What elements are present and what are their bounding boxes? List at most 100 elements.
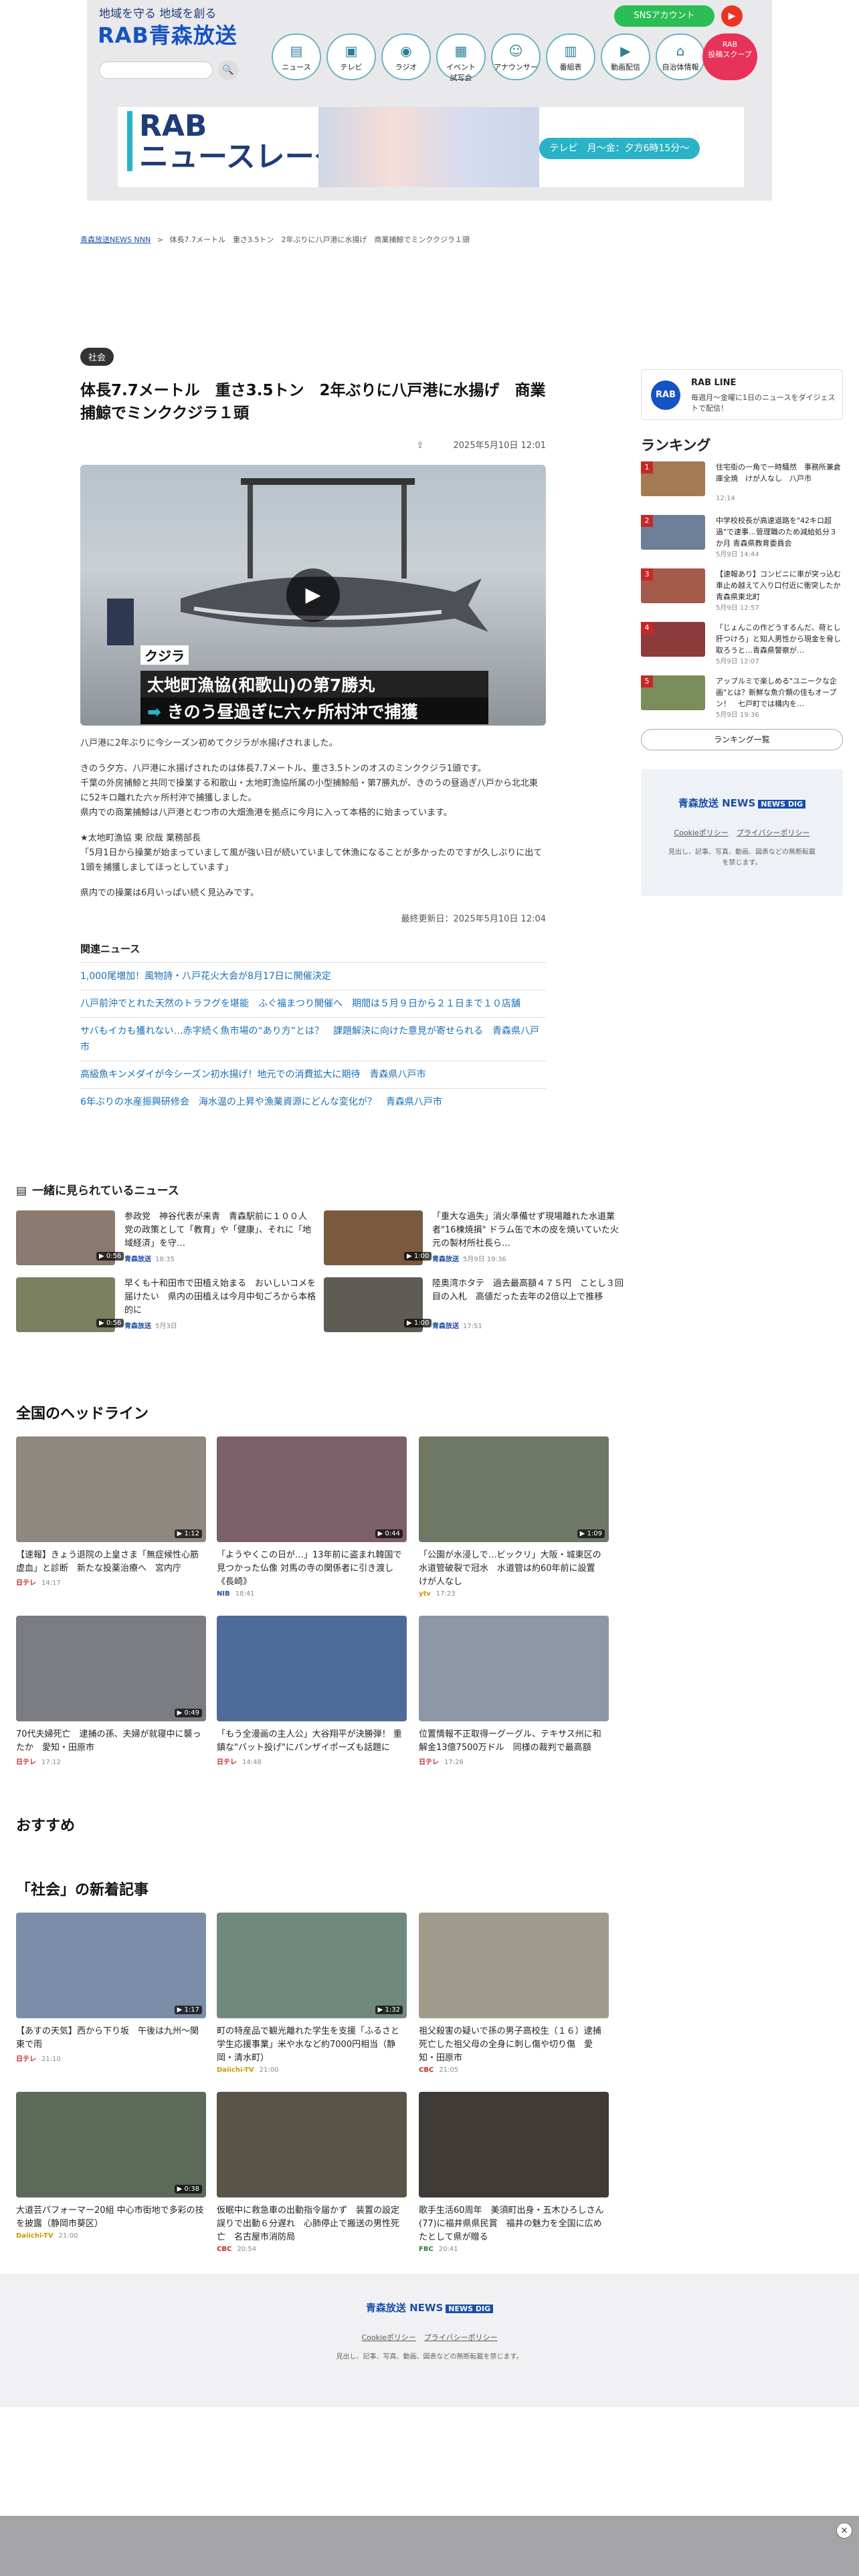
together-item-title: 陸奥湾ホタテ 過去最高額４７５円 ことし３回目の入札 高値だった去年の2倍以上で…: [432, 1279, 624, 1302]
video-duration: ▶ 0:44: [375, 1529, 403, 1538]
together-item-title: 参政党 神谷代表が来青 青森駅前に１００人 党の政策として「教育」や「健康」、そ…: [124, 1212, 316, 1249]
nav-label: 動画配信: [611, 63, 640, 72]
rab-line-logo: RAB: [651, 381, 680, 410]
nav-item-7[interactable]: ⌂ 自治体情報: [656, 33, 705, 80]
shakai-new-title: 「社会」の新着記事: [16, 1882, 149, 1899]
news-card[interactable]: 仮眠中に救急車の出動指令届かず 装置の設定誤りで出動６分遅れ 心肺停止で搬送の男…: [217, 2092, 407, 2253]
related-news-link[interactable]: 6年ぶりの水産振興研修会 海水温の上昇や漁業資源にどんな変化が？ 青森県八戸市: [80, 1088, 546, 1115]
ranking-item[interactable]: 4 「じょんこの作どうするんだ、荷とし肝つけろ」と知人男性から現金を脅し取ろうと……: [641, 622, 843, 669]
breadcrumb-home[interactable]: 青森放送NEWS NNN: [80, 235, 151, 244]
breadcrumb-sep: >: [157, 235, 163, 244]
related-news-link[interactable]: 高級魚キンメダイが今シーズン初水揚げ！地元での消費拡大に期待 青森県八戸市: [80, 1061, 546, 1088]
rab-line-card[interactable]: RAB RAB LINE 毎週月〜金曜に1日のニュースをダイジェストで配信！: [641, 369, 843, 420]
together-title: ▤ 一緒に見られているニュース: [16, 1184, 179, 1198]
news-card[interactable]: 位置情報不正取得ーグーグル、テキサス州に和解金13億7500万ドル 同様の裁判で…: [419, 1616, 609, 1766]
related-news-link[interactable]: 1,000尾増加！風物詩・八戸花火大会が8月17日に開催決定: [80, 962, 546, 990]
nav-item-4[interactable]: ☺ アナウンサー: [491, 33, 541, 80]
ranking-number: 5: [641, 675, 653, 687]
news-thumbnail: ▶ 1:32: [217, 1913, 407, 2018]
ranking-time: 5月9日 12:07: [716, 658, 759, 665]
news-card-title: 「ようやくこの日が…」13年前に盗まれ韓国で見つかった仏像 対馬の寺の関係者に引…: [217, 1550, 402, 1587]
news-card-title: 歌手生活60周年 美須町出身・五木ひろしさん(77)に福井県県民賞 福井の魅力を…: [419, 2206, 604, 2242]
news-card[interactable]: ▶ 1:12 【速報】きょう退院の上皇さま「無症候性心筋虚血」と診断 新たな投薬治…: [16, 1436, 206, 1587]
news-card-title: 位置情報不正取得ーグーグル、テキサス州に和解金13億7500万ドル 同様の裁判で…: [419, 1729, 601, 1753]
hero-caption-label: クジラ: [140, 645, 189, 665]
news-thumbnail: [217, 1616, 407, 1721]
article-paragraph: きのう夕方、八戸港に水揚げされたのは体長7.7メートル、重さ3.5トンのオスのミ…: [80, 764, 539, 818]
together-item[interactable]: ▶ 1:00 「重大な過失」消火準備せず現場離れた水道業者"16棟焼損" ドラム缶…: [324, 1210, 625, 1265]
nav-item-1[interactable]: ▣ テレビ: [326, 33, 376, 80]
news-source: 青森放送 17:51: [432, 1323, 482, 1330]
article-body: 八戸港に2年ぶりに今シーズン初めてクジラが水揚げされました。 きのう夕方、八戸港に…: [80, 736, 546, 901]
hero-caption-line1: 太地町漁協(和歌山)の第7勝丸: [140, 671, 488, 697]
related-news-link[interactable]: 八戸前沖でとれた天然のトラフグを堪能 ふぐ福まつり開催へ 期間は５月９日から２１…: [80, 990, 546, 1017]
news-source: 日テレ 17:12: [16, 1759, 61, 1766]
ranking-item[interactable]: 1 住宅街の一角で一時騒然 事務所兼倉庫全焼 けが人なし 八戸市 12:14: [641, 461, 843, 508]
nav-item-3[interactable]: ▦ イベント 試写会: [436, 33, 486, 82]
related-news-link[interactable]: サバもイカも獲れない…赤字続く魚市場の“あり方”とは？ 課題解決に向けた意見が寄…: [80, 1017, 546, 1061]
person-icon: ☺: [508, 43, 523, 59]
ranking-item[interactable]: 3 【速報あり】コンビニに車が突っ込む 車止め越えて入り口付近に衝突したか 青森県…: [641, 568, 848, 615]
news-card[interactable]: ▶ 1:32 町の特産品で観光離れた学生を支援「ふるさと学生応援事業」米や水など約…: [217, 1913, 407, 2074]
privacy-policy-link[interactable]: プライバシーポリシー: [737, 829, 810, 837]
news-card[interactable]: ▶ 0:44 「ようやくこの日が…」13年前に盗まれ韓国で見つかった仏像 対馬の寺…: [217, 1436, 407, 1598]
ranking-item[interactable]: 2 中学校校長が高速道路を"42キロ超過"で速事…管理職のため減給処分３か月 青森…: [641, 515, 843, 562]
newspaper-icon: ▤: [290, 43, 303, 59]
related-news-list: 1,000尾増加！風物詩・八戸花火大会が8月17日に開催決定 八戸前沖でとれた天然…: [80, 962, 546, 1115]
recommend-title: おすすめ: [16, 1818, 76, 1834]
ranking-item[interactable]: 5 アップルミで楽しめる"ユニークな企画"とは？新鮮な魚介類の佳もオープン！ 七戸…: [641, 675, 843, 722]
news-card[interactable]: ▶ 0:49 70代夫婦死亡 逮捕の孫、夫婦が就寝中に襲ったか 愛知・田原市日テレ…: [16, 1616, 206, 1766]
news-radar-banner[interactable]: RAB ニュースレーダー テレビ 月〜金：夕方6時15分〜: [118, 107, 744, 187]
ranking-all-button[interactable]: ランキング一覧: [641, 729, 843, 750]
news-card[interactable]: 歌手生活60周年 美須町出身・五木ひろしさん(77)に福井県県民賞 福井の魅力を…: [419, 2092, 609, 2253]
category-badge[interactable]: 社会: [80, 348, 114, 366]
rab-scoop-button[interactable]: RAB 投稿スクープ: [702, 33, 757, 80]
ad-banner[interactable]: [0, 2516, 859, 2576]
article-paragraph: ★太地町漁協 東 欣哉 業務部長 「5月1日から操業が始まっていまして風が強い日…: [80, 833, 543, 873]
page-footer: 青森放送 NEWS NEWS DIG Cookieポリシー プライバシーポリシー 見…: [0, 2274, 859, 2407]
search-icon[interactable]: 🔍: [218, 60, 238, 80]
nav-label: 自治体情報: [662, 63, 699, 72]
nav-item-5[interactable]: ▥ 番組表: [546, 33, 595, 80]
table-icon: ▥: [564, 43, 577, 59]
ranking-title-text: 【速報あり】コンビニに車が突っ込む 車止め越えて入り口付近に衝突したか 青森県東…: [716, 570, 848, 601]
close-icon[interactable]: ×: [836, 2523, 852, 2539]
news-source: 日テレ 14:48: [217, 1759, 262, 1766]
news-thumbnail: [419, 2092, 609, 2197]
cookie-policy-link[interactable]: Cookieポリシー: [674, 829, 728, 837]
sidebar-news-logo[interactable]: 青森放送 NEWS NEWS DIG: [641, 796, 843, 810]
news-card-title: 70代夫婦死亡 逮捕の孫、夫婦が就寝中に襲ったか 愛知・田原市: [16, 1729, 201, 1753]
news-card[interactable]: ▶ 0:38 大道芸パフォーマー20組 中心市街地で多彩の技を披露（静岡市葵区） D…: [16, 2092, 206, 2240]
news-card[interactable]: 祖父殺害の疑いで孫の男子高校生（１６）逮捕 死亡した祖父母の全身に刺し傷や切り傷…: [419, 1913, 610, 2074]
together-item[interactable]: ▶ 0:56 早くも十和田市で田植え始まる おいしいコメを届けたい 県内の田植えは…: [16, 1277, 317, 1332]
share-icon[interactable]: ⇪: [416, 441, 423, 451]
news-card[interactable]: ▶ 1:09 「公園が水浸しで…ビックリ」大阪・城東区の水道管破裂で冠水 水道管は…: [419, 1436, 609, 1598]
nav-item-0[interactable]: ▤ ニュース: [272, 33, 321, 80]
article-paragraph: 県内での操業は6月いっぱい続く見込みです。: [80, 888, 259, 898]
sns-account-button[interactable]: SNSアカウント: [614, 5, 714, 27]
calendar-icon: ▦: [454, 43, 468, 59]
news-thumbnail: ▶ 0:49: [16, 1616, 206, 1721]
news-source: Daiichi-TV 21:00: [217, 2066, 279, 2074]
youtube-icon[interactable]: ▶: [721, 5, 743, 27]
news-source: 青森放送 5月9日 19:36: [432, 1256, 506, 1263]
footer-privacy-link[interactable]: プライバシーポリシー: [424, 2333, 498, 2342]
site-logo[interactable]: RAB青森放送: [98, 19, 237, 49]
news-source: NIB 18:41: [217, 1590, 255, 1598]
nav-item-6[interactable]: ▶ 動画配信: [601, 33, 650, 80]
news-card[interactable]: ▶ 1:17 【あすの天気】西から下り坂 午後は九州〜関東で雨 日テレ 21:10: [16, 1913, 206, 2063]
footer-cookie-link[interactable]: Cookieポリシー: [361, 2333, 415, 2342]
site-header: 地域を守る 地域を創る RAB青森放送 🔍 SNSアカウント ▶ ▤ ニュース ▣ テ…: [87, 0, 772, 201]
together-item[interactable]: ▶ 1:00 陸奥湾ホタテ 過去最高額４７５円 ことし３回目の入札 高値だった去年…: [324, 1277, 625, 1332]
play-icon[interactable]: ▶: [286, 568, 340, 622]
news-card[interactable]: 「もう全漫画の主人公」大谷翔平が決勝弾！ 重鎮な"バット投げ"にパンザイポーズも…: [217, 1616, 407, 1766]
together-item[interactable]: ▶ 0:56 参政党 神谷代表が来青 青森駅前に１００人 党の政策として「教育」や…: [16, 1210, 317, 1265]
nav-item-2[interactable]: ◉ ラジオ: [381, 33, 431, 80]
copyright-note: 見出し、記事、写真、動画、図表などの無断転載を禁じます。: [668, 849, 816, 867]
video-duration: ▶ 0:49: [174, 1709, 202, 1717]
search-input[interactable]: [99, 62, 213, 79]
news-source: CBC 20:54: [217, 2246, 257, 2253]
footer-news-logo[interactable]: 青森放送 NEWS NEWS DIG: [0, 2300, 859, 2315]
article-video[interactable]: ▶ クジラ 太地町漁協(和歌山)の第7勝丸 ➡ きのう昼過ぎに六ヶ所村沖で捕獲: [80, 465, 546, 726]
video-duration: ▶ 1:00: [404, 1252, 432, 1261]
